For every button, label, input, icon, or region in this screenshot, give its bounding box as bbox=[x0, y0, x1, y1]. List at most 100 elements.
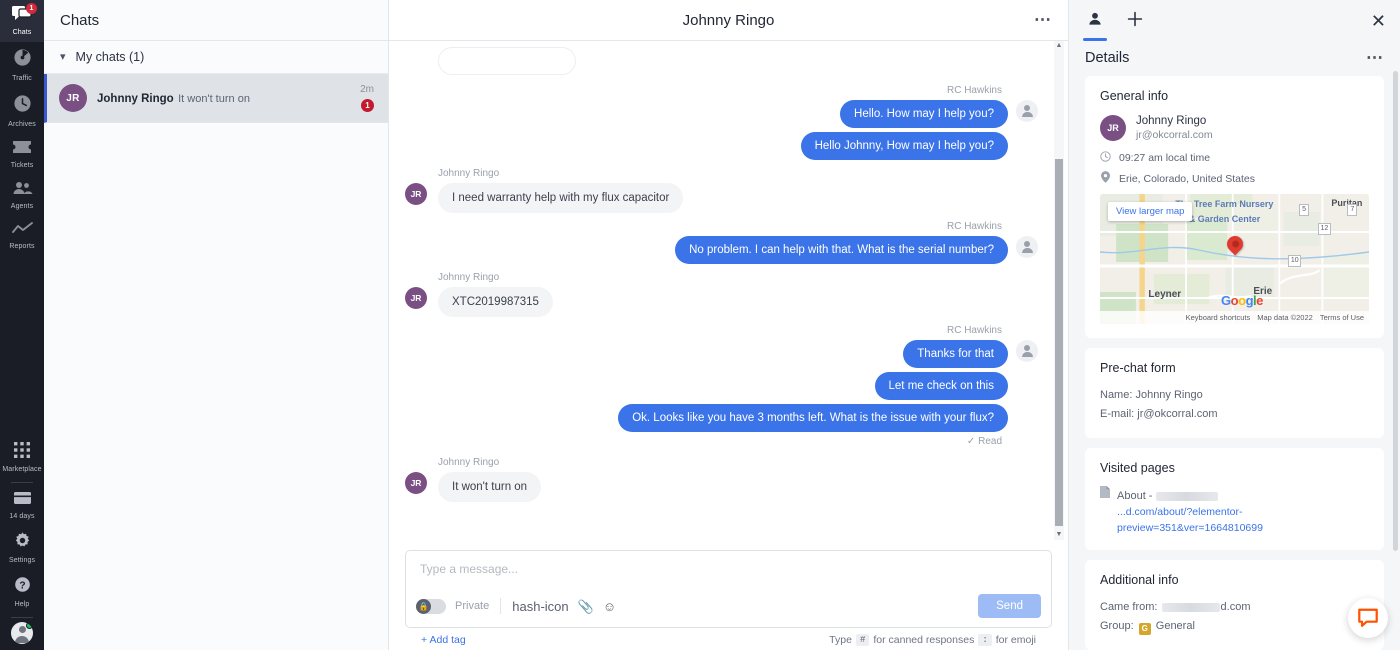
sidebar-item-traffic[interactable]: Traffic bbox=[0, 42, 44, 88]
scrollbar-thumb[interactable] bbox=[1055, 159, 1063, 526]
hint-key-emoji: : bbox=[978, 634, 992, 646]
came-from-row: Came from: d.com bbox=[1100, 598, 1369, 617]
message-list-scrollbar[interactable]: ▲ ▼ bbox=[1054, 41, 1064, 540]
avatar: JR bbox=[1100, 115, 1126, 141]
more-options-icon[interactable]: ⋯ bbox=[1034, 11, 1052, 28]
traffic-icon bbox=[0, 48, 44, 72]
scrollbar-thumb[interactable] bbox=[1393, 71, 1398, 551]
redacted-block bbox=[1161, 602, 1220, 612]
list-item[interactable]: JR Johnny Ringo It won't turn on 2m 1 bbox=[44, 74, 388, 123]
map-attribution: Keyboard shortcuts Map data ©2022 Terms … bbox=[1100, 311, 1369, 324]
message-input[interactable]: Type a message... bbox=[406, 551, 1051, 576]
sidebar-item-label: Archives bbox=[8, 121, 36, 128]
sidebar-item-agents[interactable]: Agents bbox=[0, 175, 44, 216]
scroll-down-icon[interactable]: ▼ bbox=[1054, 530, 1064, 540]
local-time-value: 09:27 am local time bbox=[1119, 152, 1211, 164]
paperclip-icon[interactable]: 📎 bbox=[578, 600, 594, 613]
message-row: No problem. I can help with that. What i… bbox=[405, 236, 1038, 264]
sidebar-item-settings[interactable]: Settings bbox=[0, 526, 44, 570]
location-map[interactable]: View larger map The Tree Farm Nursery & … bbox=[1100, 194, 1369, 324]
add-tag-button[interactable]: + Add tag bbox=[421, 634, 466, 646]
message-row: Ok. Looks like you have 3 months left. W… bbox=[405, 404, 1038, 432]
details-panel: ✕ Details ⋯ General info JR Johnny Ringo… bbox=[1069, 0, 1400, 650]
send-button[interactable]: Send bbox=[978, 594, 1041, 618]
avatar[interactable] bbox=[11, 622, 33, 644]
avatar: JR bbox=[405, 183, 427, 205]
view-larger-map-button[interactable]: View larger map bbox=[1108, 202, 1193, 221]
chat-group-label: My chats (1) bbox=[75, 50, 145, 64]
chat-group-my-chats[interactable]: ▾ My chats (1) bbox=[44, 41, 388, 74]
sidebar-item-reports[interactable]: Reports bbox=[0, 216, 44, 256]
agents-icon bbox=[0, 181, 44, 200]
avatar: JR bbox=[59, 84, 87, 112]
hint-mid: for canned responses bbox=[873, 634, 975, 646]
live-chat-fab[interactable] bbox=[1348, 598, 1388, 638]
person-icon bbox=[1089, 12, 1101, 25]
group-row: Group: G General bbox=[1100, 617, 1369, 636]
read-label: Read bbox=[978, 436, 1002, 447]
sidebar-item-trial[interactable]: 14 days bbox=[0, 486, 44, 526]
sidebar-item-label: Traffic bbox=[12, 75, 32, 82]
tickets-icon bbox=[0, 140, 44, 159]
sidebar-item-archives[interactable]: Archives bbox=[0, 88, 44, 134]
check-icon: ✓ bbox=[966, 436, 976, 447]
message-row: JR XTC2019987315 bbox=[405, 287, 1038, 317]
message-bubble: No problem. I can help with that. What i… bbox=[675, 236, 1008, 264]
tab-add[interactable] bbox=[1123, 1, 1147, 41]
route-shield: 7 bbox=[1347, 204, 1358, 217]
sidebar-item-marketplace[interactable]: Marketplace bbox=[0, 436, 44, 479]
sidebar-item-chats[interactable]: Chats 1 bbox=[0, 0, 44, 42]
sidebar-item-label: Agents bbox=[10, 203, 34, 210]
message-author: Johnny Ringo bbox=[438, 168, 500, 179]
message-bubble: It won't turn on bbox=[438, 472, 542, 502]
message-row: Let me check on this bbox=[405, 372, 1038, 400]
sidebar-item-label: Marketplace bbox=[2, 466, 42, 473]
sidebar-item-help[interactable]: ? Help bbox=[0, 570, 44, 614]
avatar-head bbox=[18, 626, 26, 633]
chat-row-time: 2m bbox=[360, 84, 374, 95]
clock-icon bbox=[1100, 151, 1111, 165]
message-bubble: Hello. How may I help you? bbox=[840, 100, 1008, 128]
keyboard-shortcuts-label[interactable]: Keyboard shortcuts bbox=[1186, 313, 1251, 322]
visited-page-url[interactable]: ...d.com/about/?elementor-preview=351&ve… bbox=[1117, 504, 1369, 536]
close-icon[interactable]: ✕ bbox=[1371, 12, 1386, 30]
map-label: & Garden Center bbox=[1188, 213, 1261, 224]
svg-text:?: ? bbox=[19, 580, 25, 591]
scroll-up-icon[interactable]: ▲ bbox=[1054, 41, 1064, 51]
more-options-icon[interactable]: ⋯ bbox=[1366, 49, 1384, 66]
message-group: RC Hawkins Hello. How may I help you? He… bbox=[405, 85, 1038, 160]
customer-identity: JR Johnny Ringo jr@okcorral.com bbox=[1100, 114, 1369, 142]
agent-avatar-icon bbox=[1016, 100, 1038, 122]
composer-wrap: Type a message... 🔒 Private hash-icon 📎 … bbox=[389, 550, 1068, 650]
terms-of-use-link[interactable]: Terms of Use bbox=[1320, 313, 1364, 322]
tab-details[interactable] bbox=[1083, 1, 1107, 41]
private-toggle[interactable]: 🔒 bbox=[416, 598, 446, 614]
message-author: Johnny Ringo bbox=[438, 272, 500, 283]
chat-row-snippet: It won't turn on bbox=[178, 93, 250, 105]
message-bubble: Ok. Looks like you have 3 months left. W… bbox=[618, 404, 1008, 432]
hint-prefix: Type bbox=[829, 634, 852, 646]
visited-page-item[interactable]: About - ...d.com/about/?elementor-previe… bbox=[1100, 486, 1369, 536]
came-from-label: Came from: bbox=[1100, 601, 1158, 613]
chat-list-header: Chats bbox=[44, 0, 388, 41]
avatar-spacer bbox=[1016, 372, 1038, 394]
card-visited-pages: Visited pages About - ...d.com/about/?el… bbox=[1085, 448, 1384, 550]
composer-toolbar: 🔒 Private hash-icon 📎 ☺ Send bbox=[406, 594, 1051, 627]
sidebar-item-label: 14 days bbox=[9, 513, 35, 520]
gear-icon bbox=[0, 532, 44, 554]
chat-row-name: Johnny Ringo bbox=[97, 93, 174, 105]
emoji-icon[interactable]: ☺ bbox=[603, 600, 616, 613]
hint-key-canned: # bbox=[855, 634, 870, 646]
avatar: JR bbox=[405, 287, 427, 309]
sidebar-item-tickets[interactable]: Tickets bbox=[0, 134, 44, 175]
group-value: General bbox=[1155, 620, 1195, 632]
details-scrollbar[interactable] bbox=[1393, 41, 1399, 650]
hash-icon[interactable]: hash-icon bbox=[512, 600, 568, 613]
message-row: JR I need warranty help with my flux cap… bbox=[405, 183, 1038, 213]
card-heading: Additional info bbox=[1100, 573, 1179, 587]
message-group: RC Hawkins No problem. I can help with t… bbox=[405, 221, 1038, 264]
lock-icon: 🔒 bbox=[416, 598, 431, 614]
message-author: RC Hawkins bbox=[946, 325, 1002, 336]
agent-avatar-icon bbox=[1016, 236, 1038, 258]
message-author: RC Hawkins bbox=[946, 85, 1002, 96]
